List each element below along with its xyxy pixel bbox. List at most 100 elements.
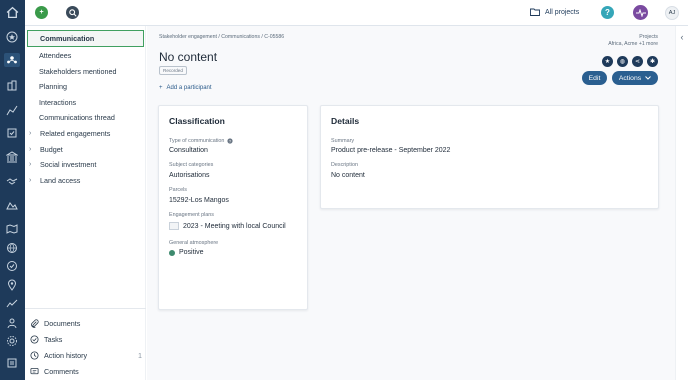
globe-icon[interactable]: ◍: [617, 56, 628, 67]
comments-link[interactable]: Comments: [30, 365, 142, 378]
atmosphere-value-text: Positive: [179, 249, 204, 256]
nav-group-label: Social investment: [40, 159, 97, 169]
edit-button[interactable]: Edit: [582, 71, 607, 85]
subject-value: Autorisations: [169, 172, 210, 179]
plans-label: Engagement plans: [169, 212, 214, 218]
chevron-right-icon: ›: [29, 176, 32, 184]
chevron-left-icon: ‹: [680, 32, 684, 42]
parcels-value[interactable]: 15292-Los Mangos: [169, 197, 229, 204]
analytics-icon[interactable]: [4, 103, 20, 117]
avatar-initials: AJ: [668, 10, 676, 16]
actions-button[interactable]: Actions: [612, 71, 658, 85]
documents-label: Documents: [44, 319, 81, 328]
nav-group-related-engagements[interactable]: › Related engagements: [29, 126, 110, 140]
action-history-label: Action history: [44, 351, 88, 360]
summary-label: Summary: [331, 138, 355, 144]
checklist-icon[interactable]: [4, 126, 20, 140]
chevron-right-icon: ›: [29, 145, 32, 153]
top-bar: + All projects ? AJ: [25, 0, 688, 26]
atmosphere-label: General atmosphere: [169, 240, 219, 246]
nav-item-label: Interactions: [39, 97, 77, 107]
tasks-label: Tasks: [44, 335, 63, 344]
search-icon[interactable]: [66, 6, 79, 19]
settings-icon[interactable]: [4, 334, 20, 348]
nav-item-communication[interactable]: Communication: [27, 30, 144, 47]
record-main: Stakeholder engagement / Communications …: [147, 26, 675, 380]
favorite-icon[interactable]: ★: [602, 56, 613, 67]
page-title: No content: [159, 50, 218, 64]
action-history-count: 1: [138, 351, 142, 360]
nav-item-attendees[interactable]: Attendees: [39, 48, 71, 62]
app-icon-rail: [0, 0, 25, 380]
nav-item-stakeholders-mentioned[interactable]: Stakeholders mentioned: [39, 64, 117, 78]
parcels-label: Parcels: [169, 187, 187, 193]
action-history-link[interactable]: Action history 1: [30, 349, 142, 362]
documents-link[interactable]: Documents: [30, 317, 142, 330]
atmosphere-value: Positive: [169, 249, 204, 256]
notes-icon[interactable]: [4, 356, 20, 370]
globe-icon[interactable]: [4, 241, 20, 255]
nav-item-planning[interactable]: Planning: [39, 79, 67, 93]
land-icon[interactable]: [4, 198, 20, 212]
type-value: Consultation: [169, 147, 208, 154]
description-value: No content: [331, 172, 365, 179]
folder-icon: [530, 8, 540, 16]
home-icon[interactable]: [0, 0, 25, 25]
check-circle-icon: [30, 335, 39, 344]
nav-group-land-access[interactable]: › Land access: [29, 173, 80, 187]
trend-icon[interactable]: [4, 296, 20, 310]
projects-info: Projects Africa, Acme +1 more: [608, 34, 658, 48]
breadcrumb[interactable]: Stakeholder engagement / Communications …: [159, 34, 284, 40]
nav-group-label: Budget: [40, 144, 63, 154]
summary-value: Product pre-release - September 2022: [331, 147, 451, 154]
collapse-panel-toggle[interactable]: ‹: [675, 26, 688, 380]
help-icon[interactable]: ?: [227, 138, 234, 144]
status-badge: Recorded: [159, 66, 187, 75]
tasks-link[interactable]: Tasks: [30, 333, 142, 346]
buildings-icon[interactable]: [4, 78, 20, 92]
favorites-icon[interactable]: [4, 30, 20, 44]
details-card: Details Summary Product pre-release - Se…: [320, 105, 659, 209]
actions-label: Actions: [618, 74, 642, 82]
projects-label: Projects: [639, 34, 658, 40]
pulse-icon[interactable]: [633, 5, 648, 20]
paperclip-icon: [31, 319, 39, 328]
all-projects-button[interactable]: All projects: [530, 8, 579, 16]
plans-value[interactable]: 2023 - Meeting with local Council: [169, 222, 286, 230]
plan-thumbnail-icon: [169, 222, 179, 230]
plans-value-text: 2023 - Meeting with local Council: [183, 222, 286, 230]
comment-icon: [30, 367, 39, 375]
help-icon: ?: [605, 8, 610, 17]
handshake-icon[interactable]: [4, 174, 20, 188]
add-icon[interactable]: +: [35, 6, 48, 19]
map-icon[interactable]: [4, 222, 20, 236]
stakeholders-icon[interactable]: [4, 53, 20, 67]
add-participant-label: Add a participant: [166, 85, 212, 91]
nav-item-label: Communication: [40, 34, 95, 43]
nav-group-budget[interactable]: › Budget: [29, 142, 63, 156]
nav-item-label: Communications thread: [39, 112, 115, 122]
nav-group-label: Related engagements: [40, 128, 111, 138]
nav-item-interactions[interactable]: Interactions: [39, 95, 76, 109]
projects-value[interactable]: Africa, Acme +1 more: [608, 41, 658, 48]
avatar[interactable]: AJ: [665, 6, 679, 20]
nav-item-communications-thread[interactable]: Communications thread: [39, 110, 115, 124]
user-icon[interactable]: [4, 316, 20, 330]
section-nav: Communication Attendees Stakeholders men…: [25, 26, 146, 380]
location-icon[interactable]: [4, 278, 20, 292]
help-button[interactable]: ?: [601, 6, 614, 19]
nav-group-social-investment[interactable]: › Social investment: [29, 157, 96, 171]
institution-icon[interactable]: [4, 150, 20, 164]
type-label-text: Type of communication: [169, 138, 225, 144]
share-icon[interactable]: ⋖: [632, 56, 643, 67]
plus-icon: +: [159, 85, 163, 91]
chevron-down-icon: [645, 76, 651, 80]
add-participant-link[interactable]: + Add a participant: [159, 85, 212, 91]
details-heading: Details: [331, 116, 360, 126]
nav-item-label: Planning: [39, 81, 67, 91]
nav-item-label: Stakeholders mentioned: [39, 66, 117, 76]
gear-icon[interactable]: ✱: [647, 56, 658, 67]
edit-label: Edit: [588, 74, 601, 82]
description-label: Description: [331, 162, 358, 168]
approval-icon[interactable]: [4, 259, 20, 273]
